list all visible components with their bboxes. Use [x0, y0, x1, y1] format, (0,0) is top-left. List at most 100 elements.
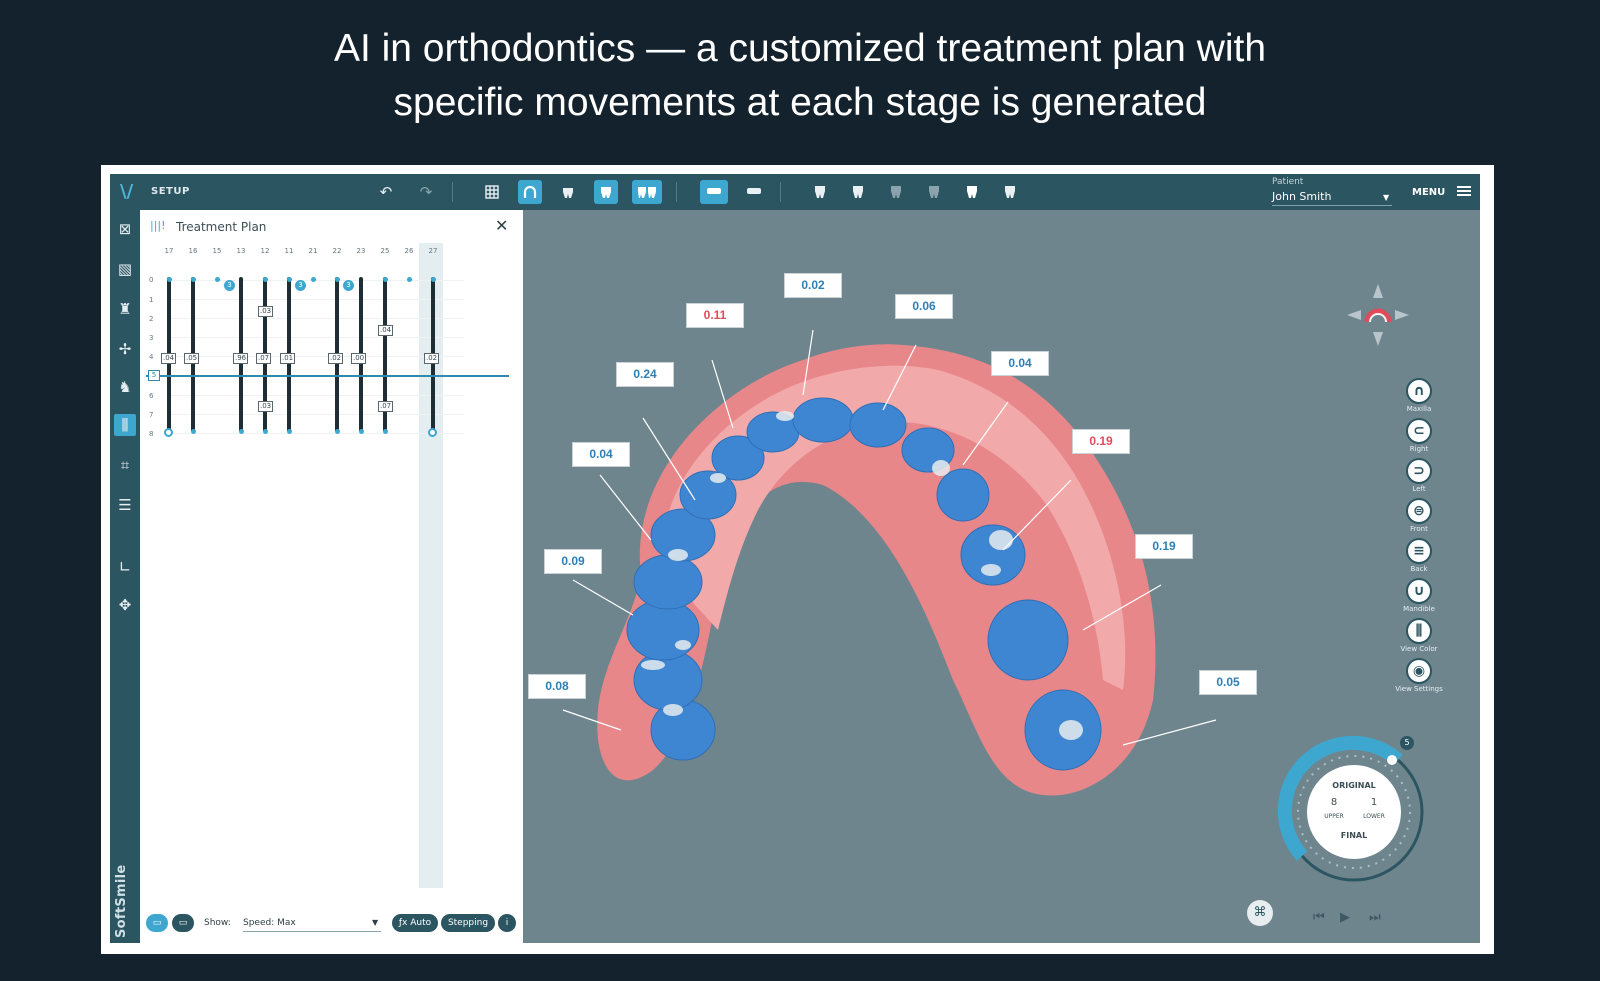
redo-icon[interactable]: ↷	[414, 180, 438, 204]
teeth-icon[interactable]: ♞	[114, 376, 136, 398]
upper-jaw-icon[interactable]	[700, 180, 728, 204]
crop-icon[interactable]: ⌗	[114, 454, 136, 476]
step-value[interactable]: .03	[258, 306, 274, 317]
movement-label[interactable]: 0.19	[1072, 429, 1130, 454]
step-value[interactable]: .07	[256, 353, 272, 364]
current-stage-marker[interactable]: 5	[148, 370, 160, 381]
movement-label[interactable]: 0.04	[572, 442, 630, 467]
movement-label[interactable]: 0.11	[686, 303, 744, 328]
stage-knob[interactable]	[287, 277, 292, 282]
axis-icon[interactable]: ✢	[114, 338, 136, 360]
info-icon[interactable]: i	[498, 914, 516, 932]
step-value[interactable]: .02	[424, 353, 440, 364]
stage-knob[interactable]	[263, 429, 268, 434]
stage-knob[interactable]	[191, 277, 196, 282]
upper-jaw-toggle-icon[interactable]: ▭	[146, 914, 168, 932]
end-knob[interactable]	[428, 428, 437, 437]
grid-icon[interactable]	[480, 180, 504, 204]
play-icon[interactable]: ▶	[1340, 910, 1350, 925]
stage-knob[interactable]	[359, 429, 364, 434]
3d-viewport[interactable]: 0.02 0.11 0.06 0.24 0.04 0.04 0.19 0.09 …	[523, 210, 1480, 943]
movement-label[interactable]: 0.02	[784, 273, 842, 298]
stage-knob[interactable]	[335, 429, 340, 434]
segmentation-icon[interactable]: ▧	[114, 258, 136, 280]
stage-knob[interactable]	[287, 429, 292, 434]
view-right-button[interactable]: ⊂ Right	[1389, 418, 1449, 453]
step-back-icon[interactable]: ⏮	[1313, 910, 1325, 925]
view-mandible-button[interactable]: ∪ Mandible	[1389, 578, 1449, 613]
reset-view-icon[interactable]: ⌘	[1247, 900, 1273, 926]
patient-select[interactable]: John Smith	[1272, 190, 1392, 206]
arch-view-icon[interactable]	[518, 180, 542, 204]
view-maxilla-button[interactable]: ∩ Maxilla	[1389, 378, 1449, 413]
stage-dial[interactable]: 5 ORIGINAL 8 1 UPPER LOWER FINAL	[1274, 732, 1434, 892]
orientation-gizmo-icon[interactable]	[1343, 280, 1413, 350]
step-value[interactable]: .00	[351, 353, 367, 364]
lower-jaw-toggle-icon[interactable]: ▭	[172, 914, 194, 932]
tooth-tool-2-icon[interactable]	[846, 180, 870, 204]
movement-label[interactable]: 0.08	[528, 674, 586, 699]
stage-knob[interactable]	[191, 429, 196, 434]
view-left-button[interactable]: ⊃ Left	[1389, 458, 1449, 493]
movement-label[interactable]: 0.19	[1135, 534, 1193, 559]
tooth-attach-icon[interactable]	[556, 180, 580, 204]
teeth-group-icon[interactable]	[632, 180, 662, 204]
step-value[interactable]: .05	[184, 353, 200, 364]
tooth-setup-icon[interactable]: ♜	[114, 298, 136, 320]
stage-knob[interactable]	[431, 277, 436, 282]
report-icon[interactable]: ☰	[114, 494, 136, 516]
current-stage-line[interactable]	[146, 375, 509, 377]
step-value[interactable]: .07	[378, 401, 394, 412]
step-value[interactable]: .02	[328, 353, 344, 364]
stage-knob[interactable]	[239, 429, 244, 434]
tooth-tool-5-icon[interactable]	[960, 180, 984, 204]
menu-button[interactable]: MENU	[1412, 187, 1445, 198]
lower-jaw-icon[interactable]	[740, 180, 768, 204]
stepping-button[interactable]: Stepping	[441, 914, 495, 932]
movement-label[interactable]: 0.24	[616, 362, 674, 387]
treatment-plan-icon[interactable]: ⫼	[114, 414, 136, 436]
dial-bottom-label: FINAL	[1340, 831, 1368, 840]
step-value[interactable]: .03	[258, 401, 274, 412]
stage-knob[interactable]	[407, 277, 412, 282]
chevron-down-icon[interactable]: ▼	[1383, 193, 1389, 202]
end-knob[interactable]	[164, 428, 173, 437]
step-value[interactable]: .96	[233, 353, 249, 364]
step-value[interactable]: .04	[378, 325, 394, 336]
step-forward-icon[interactable]: ⏭	[1369, 910, 1381, 925]
hamburger-icon[interactable]	[1457, 184, 1471, 198]
movement-label[interactable]: 0.09	[544, 549, 602, 574]
step-value[interactable]: .04	[161, 353, 177, 364]
attachment-badge[interactable]: 3	[343, 280, 354, 291]
move-icon[interactable]: ✥	[114, 594, 136, 616]
measure-icon[interactable]: ∟	[114, 556, 136, 578]
tooth-single-icon[interactable]	[594, 180, 618, 204]
tooth-tool-4-icon[interactable]	[922, 180, 946, 204]
tooth-tool-6-icon[interactable]	[998, 180, 1022, 204]
view-color-button[interactable]: ⫼ View Color	[1389, 618, 1449, 653]
view-front-button[interactable]: ⊜ Front	[1389, 498, 1449, 533]
stage-knob[interactable]	[383, 277, 388, 282]
attachment-badge[interactable]: 3	[224, 280, 235, 291]
stage-knob[interactable]	[263, 277, 268, 282]
attachment-badge[interactable]: 3	[295, 280, 306, 291]
stage-knob[interactable]	[167, 277, 172, 282]
stage-knob[interactable]	[215, 277, 220, 282]
stage-knob[interactable]	[311, 277, 316, 282]
movement-label[interactable]: 0.04	[991, 351, 1049, 376]
stage-knob[interactable]	[383, 429, 388, 434]
stage-knob[interactable]	[335, 277, 340, 282]
movement-label[interactable]: 0.06	[895, 294, 953, 319]
chevron-down-icon[interactable]: ▼	[372, 918, 378, 927]
auto-button[interactable]: ƒx Auto	[392, 914, 438, 932]
view-settings-button[interactable]: ◉ View Settings	[1389, 658, 1449, 693]
show-select[interactable]: Speed: Max	[243, 916, 381, 932]
view-back-button[interactable]: ≡ Back	[1389, 538, 1449, 573]
tooth-tool-3-icon[interactable]	[884, 180, 908, 204]
movement-label[interactable]: 0.05	[1199, 670, 1257, 695]
import-icon[interactable]: ⊠	[114, 218, 136, 240]
step-value[interactable]: .01	[280, 353, 296, 364]
tooth-tool-1-icon[interactable]	[808, 180, 832, 204]
undo-icon[interactable]: ↶	[374, 180, 398, 204]
close-icon[interactable]: ✕	[495, 216, 508, 235]
